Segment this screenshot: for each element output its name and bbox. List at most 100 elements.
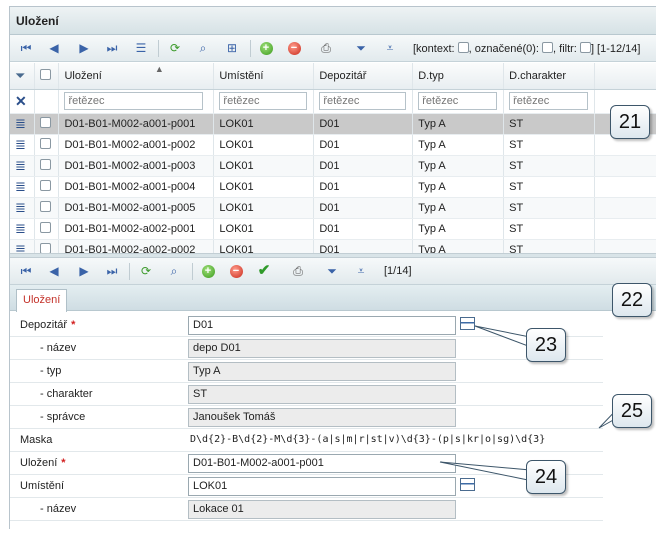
context-label: [kontext:	[413, 43, 455, 55]
tree-view-icon[interactable]: ⊞	[224, 40, 240, 56]
row-detail-icon[interactable]: ≣	[10, 155, 36, 177]
first-record-icon[interactable]: ⏮	[18, 263, 34, 279]
row-detail-icon[interactable]: ≣	[10, 239, 36, 253]
depozitar-typ-field: Typ A	[188, 362, 456, 381]
depozitar-field[interactable]: D01	[188, 316, 456, 335]
cell-umisteni: LOK01	[213, 218, 315, 240]
refresh-icon[interactable]: ⟳	[167, 40, 183, 56]
filter-icon[interactable]: ⏷	[353, 40, 369, 56]
search-icon[interactable]: ⌕	[166, 263, 182, 279]
marked-checkbox[interactable]	[542, 42, 554, 53]
row-checkbox[interactable]	[40, 222, 52, 233]
cell-dcharakter: ST	[503, 155, 596, 177]
filter-input-dtyp[interactable]	[418, 92, 498, 110]
column-header-dtyp[interactable]: D.typ	[412, 63, 505, 90]
first-record-icon[interactable]: ⏮	[18, 40, 34, 56]
print-icon[interactable]: ⎙	[290, 263, 306, 279]
column-header-ulozeni[interactable]: Uložení ▲	[58, 63, 215, 90]
form-row-charakter: - charakter ST	[10, 383, 603, 406]
cell-dtyp: Typ A	[412, 134, 505, 156]
table-row[interactable]: ≣ D01-B01-M002-a002-p002 LOK01 D01 Typ A ST	[10, 239, 656, 253]
sort-indicator-icon: ▲	[154, 63, 164, 74]
lookup-picker-icon[interactable]	[460, 478, 475, 491]
add-icon[interactable]: +	[200, 263, 216, 279]
ulozeni-field[interactable]: D01-B01-M002-a001-p001	[188, 454, 456, 473]
filter-input-ulozeni[interactable]	[64, 92, 203, 110]
remove-icon[interactable]: −	[228, 263, 244, 279]
cell-ulozeni: D01-B01-M002-a001-p004	[58, 176, 215, 198]
field-label: Uložení *	[20, 457, 66, 469]
cell-ulozeni: D01-B01-M002-a001-p001	[58, 113, 215, 135]
remove-icon[interactable]: −	[286, 40, 302, 56]
last-record-icon[interactable]: ⏭	[104, 263, 120, 279]
table-row[interactable]: ≣ D01-B01-M002-a001-p002 LOK01 D01 Typ A ST	[10, 134, 656, 156]
cell-depozitar: D01	[313, 134, 414, 156]
filter-input-depozitar[interactable]	[319, 92, 406, 110]
umisteni-field[interactable]: LOK01	[188, 477, 456, 496]
form-row-nazev: - název depo D01	[10, 337, 603, 360]
row-checkbox[interactable]	[40, 117, 52, 128]
cell-umisteni: LOK01	[213, 113, 315, 135]
cell-ulozeni: D01-B01-M002-a001-p005	[58, 197, 215, 219]
form-row-ulozeni: Uložení * D01-B01-M002-a001-p001	[10, 452, 603, 475]
cell-umisteni: LOK01	[213, 239, 315, 253]
search-icon[interactable]: ⌕	[195, 40, 211, 56]
cell-dcharakter: ST	[503, 176, 596, 198]
table-row[interactable]: ≣ D01-B01-M002-a001-p004 LOK01 D01 Typ A ST	[10, 176, 656, 198]
table-row[interactable]: ≣ D01-B01-M002-a001-p003 LOK01 D01 Typ A ST	[10, 155, 656, 177]
previous-record-icon[interactable]: ◀	[46, 40, 62, 56]
row-checkbox[interactable]	[40, 243, 52, 253]
last-record-icon[interactable]: ⏭	[104, 40, 120, 56]
filter-clear-icon[interactable]: ⩡	[353, 263, 369, 279]
filter-clear-icon[interactable]: ⩡	[382, 40, 398, 56]
toolbar-divider	[250, 40, 251, 57]
row-detail-icon[interactable]: ≣	[10, 218, 36, 240]
next-record-icon[interactable]: ▶	[76, 263, 92, 279]
cell-depozitar: D01	[313, 239, 414, 253]
column-header-depozitar[interactable]: Depozitář	[313, 63, 414, 90]
umisteni-nazev-field: Lokace 01	[188, 500, 456, 519]
cell-depozitar: D01	[313, 218, 414, 240]
column-header-dcharakter[interactable]: D.charakter	[503, 63, 596, 90]
cell-dcharakter: ST	[503, 134, 596, 156]
print-icon[interactable]: ⎙	[318, 40, 334, 56]
filter-toggle-icon[interactable]: ⏷	[10, 63, 36, 90]
filter-input-dcharakter[interactable]	[509, 92, 589, 110]
clear-filter-icon[interactable]: ✕	[10, 89, 36, 114]
row-detail-icon[interactable]: ≣	[10, 176, 36, 198]
cell-umisteni: LOK01	[213, 155, 315, 177]
row-detail-icon[interactable]: ≣	[10, 197, 36, 219]
context-checkbox[interactable]	[457, 42, 469, 53]
table-row[interactable]: ≣ D01-B01-M002-a001-p005 LOK01 D01 Typ A ST	[10, 197, 656, 219]
row-checkbox[interactable]	[40, 201, 52, 212]
cell-umisteni: LOK01	[213, 176, 315, 198]
column-header-umisteni[interactable]: Umístění	[213, 63, 315, 90]
row-detail-icon[interactable]: ≣	[10, 134, 36, 156]
cell-dcharakter: ST	[503, 197, 596, 219]
row-detail-icon[interactable]: ≣	[10, 113, 36, 135]
table-view-icon[interactable]: ☰	[133, 40, 149, 56]
filter-icon[interactable]: ⏷	[324, 263, 340, 279]
confirm-check-icon[interactable]: ✔	[256, 263, 272, 279]
add-icon[interactable]: +	[258, 40, 274, 56]
record-counter: [1/14]	[384, 265, 412, 277]
lookup-picker-icon[interactable]	[460, 317, 475, 330]
select-all-checkbox[interactable]	[34, 63, 60, 90]
table-row[interactable]: ≣ D01-B01-M002-a001-p001 LOK01 D01 Typ A ST	[10, 113, 656, 135]
next-record-icon[interactable]: ▶	[76, 40, 92, 56]
cell-depozitar: D01	[313, 113, 414, 135]
field-label: Maska	[20, 434, 53, 446]
filter-input-umisteni[interactable]	[219, 92, 307, 110]
callout-22: 22	[612, 283, 652, 317]
tab-ulozeni[interactable]: Uložení	[16, 289, 68, 312]
callout-25: 25	[612, 394, 652, 428]
table-row[interactable]: ≣ D01-B01-M002-a002-p001 LOK01 D01 Typ A ST	[10, 218, 656, 240]
previous-record-icon[interactable]: ◀	[46, 263, 62, 279]
filter-checkbox[interactable]	[579, 42, 591, 53]
row-checkbox[interactable]	[40, 180, 52, 191]
toolbar-divider	[192, 263, 193, 280]
row-checkbox[interactable]	[40, 138, 52, 149]
refresh-icon[interactable]: ⟳	[138, 263, 154, 279]
row-checkbox[interactable]	[40, 159, 52, 170]
cell-dtyp: Typ A	[412, 113, 505, 135]
